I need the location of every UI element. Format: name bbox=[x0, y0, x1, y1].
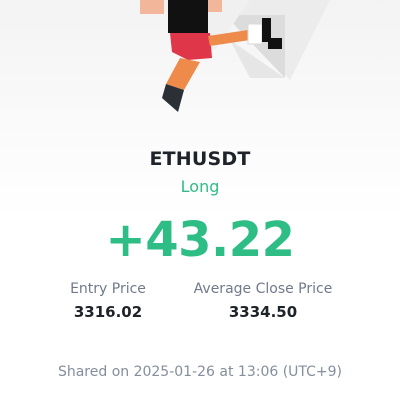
symbol-title: ETHUSDT bbox=[149, 148, 251, 170]
position-side-label: Long bbox=[180, 177, 220, 196]
shared-timestamp: Shared on 2025-01-26 at 13:06 (UTC+9) bbox=[57, 364, 343, 380]
average-close-price-block: Average Close Price 3334.50 bbox=[188, 280, 338, 321]
average-close-price-label: Average Close Price bbox=[193, 281, 333, 297]
jumping-character-illustration bbox=[140, 0, 330, 112]
entry-price-block: Entry Price 3316.02 bbox=[48, 280, 168, 321]
entry-price-label: Entry Price bbox=[70, 281, 146, 297]
share-card: ETHUSDT Long +43.22 Entry Price 3316.02 … bbox=[0, 0, 400, 400]
entry-price-value: 3316.02 bbox=[73, 303, 143, 321]
average-close-price-value: 3334.50 bbox=[228, 303, 298, 321]
pnl-value: +43.22 bbox=[105, 212, 295, 268]
